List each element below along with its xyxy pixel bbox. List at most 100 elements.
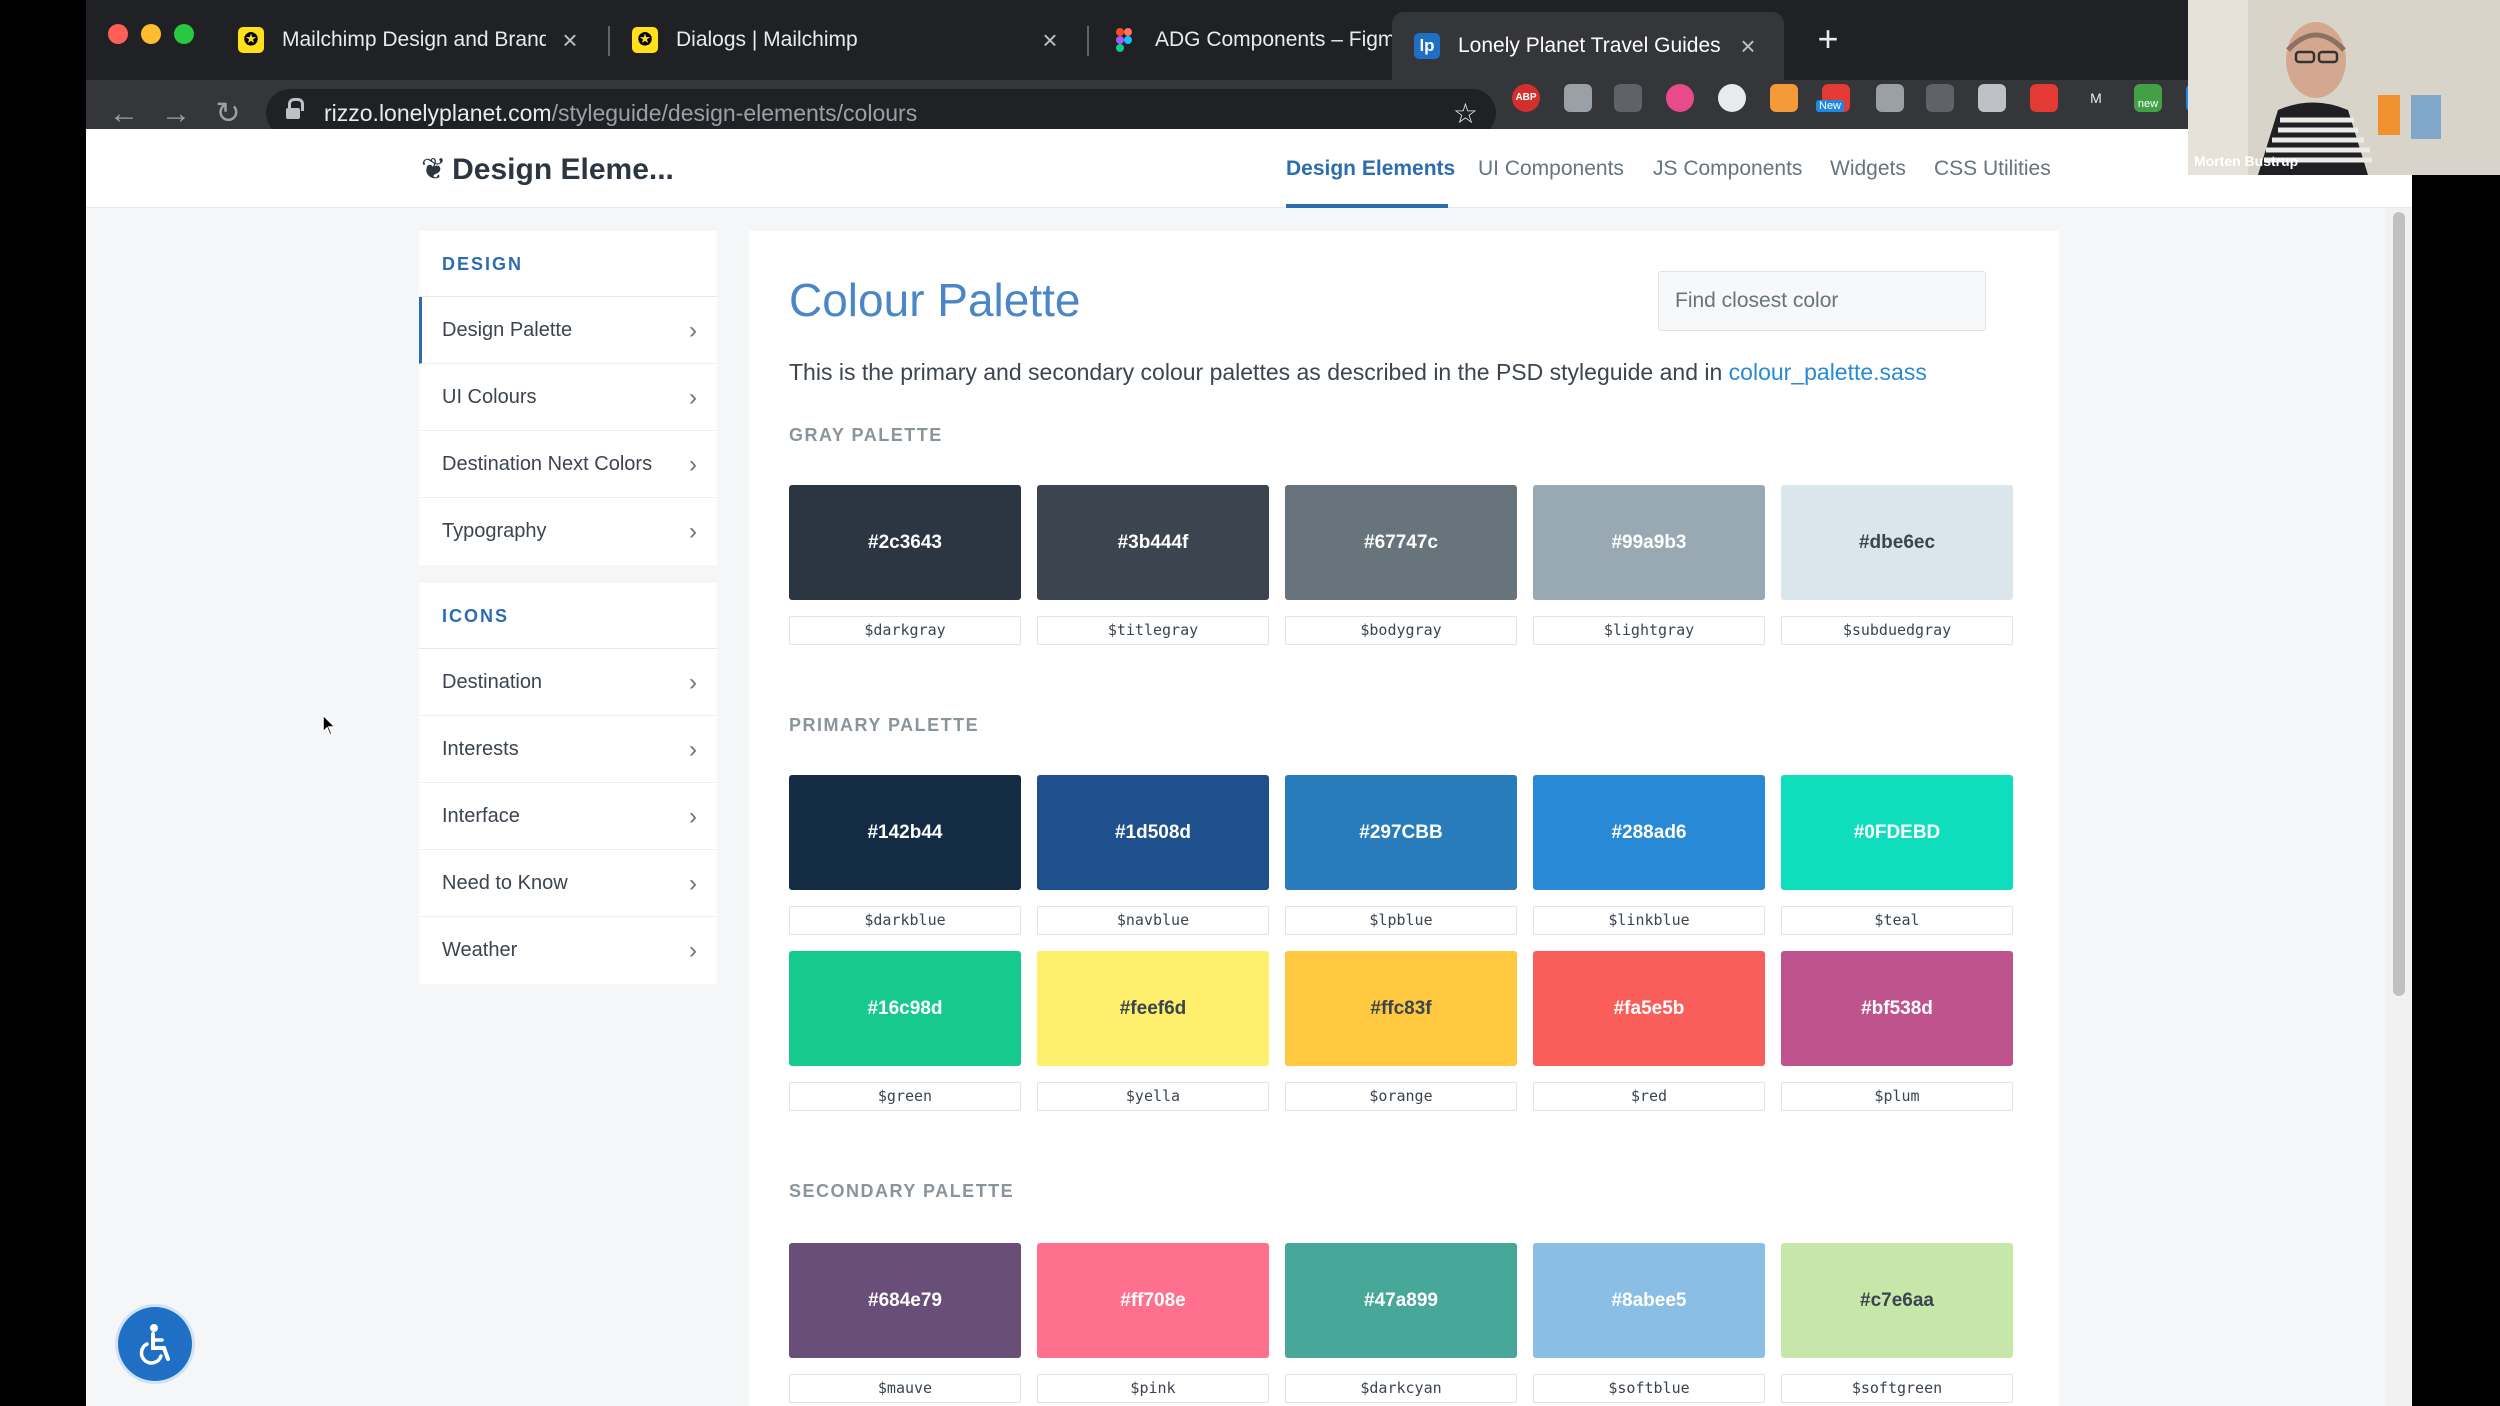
intro-text: This is the primary and secondary colour… bbox=[789, 359, 1729, 385]
nav-css-utilities[interactable]: CSS Utilities bbox=[1934, 157, 2051, 181]
active-nav-underline bbox=[1286, 204, 1448, 208]
page-scrollbar[interactable] bbox=[2386, 208, 2412, 1406]
tab-dialogs-mailchimp[interactable]: ✪ Dialogs | Mailchimp × bbox=[610, 11, 1086, 69]
camera-extension-icon[interactable] bbox=[1564, 84, 1592, 112]
swatch-variable-name: $lightgray bbox=[1533, 616, 1765, 645]
close-tab-icon[interactable]: × bbox=[1036, 25, 1064, 56]
chevron-right-icon: › bbox=[689, 870, 697, 897]
color-swatch[interactable]: #0FDEBD bbox=[1781, 775, 2013, 890]
color-swatch[interactable]: #ffc83f bbox=[1285, 951, 1517, 1066]
swatch-hex-label: #bf538d bbox=[1861, 997, 1933, 1019]
color-swatch[interactable]: #3b444f bbox=[1037, 485, 1269, 600]
orange-extension-icon[interactable] bbox=[1770, 84, 1798, 112]
circle-extension-icon[interactable] bbox=[1718, 84, 1746, 112]
colour-palette-sass-link[interactable]: colour_palette.sass bbox=[1729, 359, 1927, 385]
close-tab-icon[interactable]: × bbox=[556, 25, 584, 56]
url-path: /styleguide/design-elements/colours bbox=[551, 99, 918, 126]
color-swatch[interactable]: #c7e6aa bbox=[1781, 1243, 2013, 1358]
color-swatch[interactable]: #99a9b3 bbox=[1533, 485, 1765, 600]
chevron-right-icon: › bbox=[689, 451, 697, 478]
back-arrow-icon[interactable]: ← bbox=[104, 94, 144, 134]
color-swatch[interactable]: #684e79 bbox=[789, 1243, 1021, 1358]
color-swatch[interactable]: #47a899 bbox=[1285, 1243, 1517, 1358]
close-window-button[interactable] bbox=[108, 24, 128, 44]
sidebar-item-destination-next-colors[interactable]: Destination Next Colors › bbox=[419, 431, 717, 498]
swatch-variable-name: $yella bbox=[1037, 1082, 1269, 1111]
color-swatch[interactable]: #ff708e bbox=[1037, 1243, 1269, 1358]
swatch-hex-label: #16c98d bbox=[867, 997, 943, 1019]
new-tab-button[interactable]: + bbox=[1808, 18, 1848, 60]
chevron-right-icon: › bbox=[689, 384, 697, 411]
swatch-variable-name: $navblue bbox=[1037, 906, 1269, 935]
intro-paragraph: This is the primary and secondary colour… bbox=[789, 359, 1927, 386]
sidebar-item-weather[interactable]: Weather › bbox=[419, 917, 717, 984]
browser-window: ✪ Mailchimp Design and Brand Id × ✪ Dial… bbox=[86, 0, 2412, 1406]
scrollbar-thumb[interactable] bbox=[2393, 212, 2405, 996]
green-extension-icon[interactable]: new bbox=[2134, 84, 2162, 112]
swatch-variable-name: $teal bbox=[1781, 906, 2013, 935]
color-swatch[interactable]: #8abee5 bbox=[1533, 1243, 1765, 1358]
tab-lonely-planet[interactable]: lp Lonely Planet Travel Guides an × bbox=[1392, 12, 1784, 80]
record-extension-icon[interactable] bbox=[2030, 84, 2058, 112]
swatch-variable-name: $pink bbox=[1037, 1374, 1269, 1403]
reader-extension-icon[interactable] bbox=[1978, 84, 2006, 112]
find-closest-color-input[interactable] bbox=[1658, 271, 1986, 331]
new-extension-icon[interactable]: New bbox=[1816, 84, 1850, 112]
maximize-window-button[interactable] bbox=[174, 24, 194, 44]
mailchimp-favicon-icon: ✪ bbox=[632, 27, 658, 53]
minimize-window-button[interactable] bbox=[141, 24, 161, 44]
color-swatch[interactable]: #288ad6 bbox=[1533, 775, 1765, 890]
reload-icon[interactable]: ↻ bbox=[208, 94, 248, 134]
color-swatch[interactable]: #142b44 bbox=[789, 775, 1021, 890]
page-title: Colour Palette bbox=[789, 274, 1081, 326]
adblock-extension-icon[interactable]: ABP bbox=[1512, 84, 1540, 112]
color-swatch[interactable]: #2c3643 bbox=[789, 485, 1021, 600]
nav-js-components[interactable]: JS Components bbox=[1653, 157, 1802, 181]
sidebar-item-ui-colours[interactable]: UI Colours › bbox=[419, 364, 717, 431]
bookmark-star-icon[interactable]: ☆ bbox=[1453, 97, 1478, 130]
drive-extension-icon[interactable] bbox=[1876, 84, 1904, 112]
color-swatch[interactable]: #297CBB bbox=[1285, 775, 1517, 890]
nav-ui-components[interactable]: UI Components bbox=[1478, 157, 1624, 181]
inbox-extension-icon[interactable] bbox=[1926, 84, 1954, 112]
swatch-hex-label: #1d508d bbox=[1114, 821, 1192, 843]
swatch-variable-name: $green bbox=[789, 1082, 1021, 1111]
tab-mailchimp-brand[interactable]: ✪ Mailchimp Design and Brand Id × bbox=[216, 11, 606, 69]
color-swatch[interactable]: #feef6d bbox=[1037, 951, 1269, 1066]
sidebar-item-label: Weather bbox=[442, 939, 518, 961]
swatch-variable-name: $subduedgray bbox=[1781, 616, 2013, 645]
grid-extension-icon[interactable] bbox=[1614, 84, 1642, 112]
sidebar-item-design-palette[interactable]: Design Palette › bbox=[419, 297, 717, 364]
color-swatch[interactable]: #16c98d bbox=[789, 951, 1021, 1066]
nav-design-elements[interactable]: Design Elements bbox=[1286, 157, 1455, 181]
sidebar-item-interface[interactable]: Interface › bbox=[419, 783, 717, 850]
swatch-hex-label: #47a899 bbox=[1364, 1289, 1438, 1311]
sidebar-design-group: DESIGN Design Palette › UI Colours › Des… bbox=[419, 231, 717, 565]
color-swatch[interactable]: #fa5e5b bbox=[1533, 951, 1765, 1066]
sidebar-item-need-to-know[interactable]: Need to Know › bbox=[419, 850, 717, 917]
accessibility-button[interactable] bbox=[118, 1307, 192, 1381]
swatch-variable-name: $red bbox=[1533, 1082, 1765, 1111]
sidebar-item-interests[interactable]: Interests › bbox=[419, 716, 717, 783]
tab-title: ADG Components – Figma bbox=[1155, 28, 1408, 51]
logo-icon: ❦ bbox=[421, 153, 447, 186]
site-logo[interactable]: ❦ Design Eleme... bbox=[421, 152, 674, 187]
tab-title: Lonely Planet Travel Guides an bbox=[1458, 34, 1724, 57]
color-swatch[interactable]: #dbe6ec bbox=[1781, 485, 2013, 600]
nav-widgets[interactable]: Widgets bbox=[1830, 157, 1906, 181]
color-swatch[interactable]: #bf538d bbox=[1781, 951, 2013, 1066]
pink-extension-icon[interactable] bbox=[1666, 84, 1694, 112]
sidebar-item-label: Interface bbox=[442, 805, 520, 827]
sidebar-item-destination[interactable]: Destination › bbox=[419, 649, 717, 716]
sidebar-item-typography[interactable]: Typography › bbox=[419, 498, 717, 565]
color-swatch[interactable]: #67747c bbox=[1285, 485, 1517, 600]
web-page: ❦ Design Eleme... Design Elements UI Com… bbox=[86, 129, 2412, 1406]
sidebar-item-label: Destination bbox=[442, 671, 543, 693]
close-tab-icon[interactable]: × bbox=[1734, 31, 1762, 62]
swatch-variable-name: $darkcyan bbox=[1285, 1374, 1517, 1403]
forward-arrow-icon[interactable]: → bbox=[156, 94, 196, 134]
swatch-hex-label: #99a9b3 bbox=[1611, 531, 1687, 553]
color-swatch[interactable]: #1d508d bbox=[1037, 775, 1269, 890]
mail-extension-icon[interactable]: M bbox=[2082, 84, 2110, 112]
swatch-variable-name: $mauve bbox=[789, 1374, 1021, 1403]
